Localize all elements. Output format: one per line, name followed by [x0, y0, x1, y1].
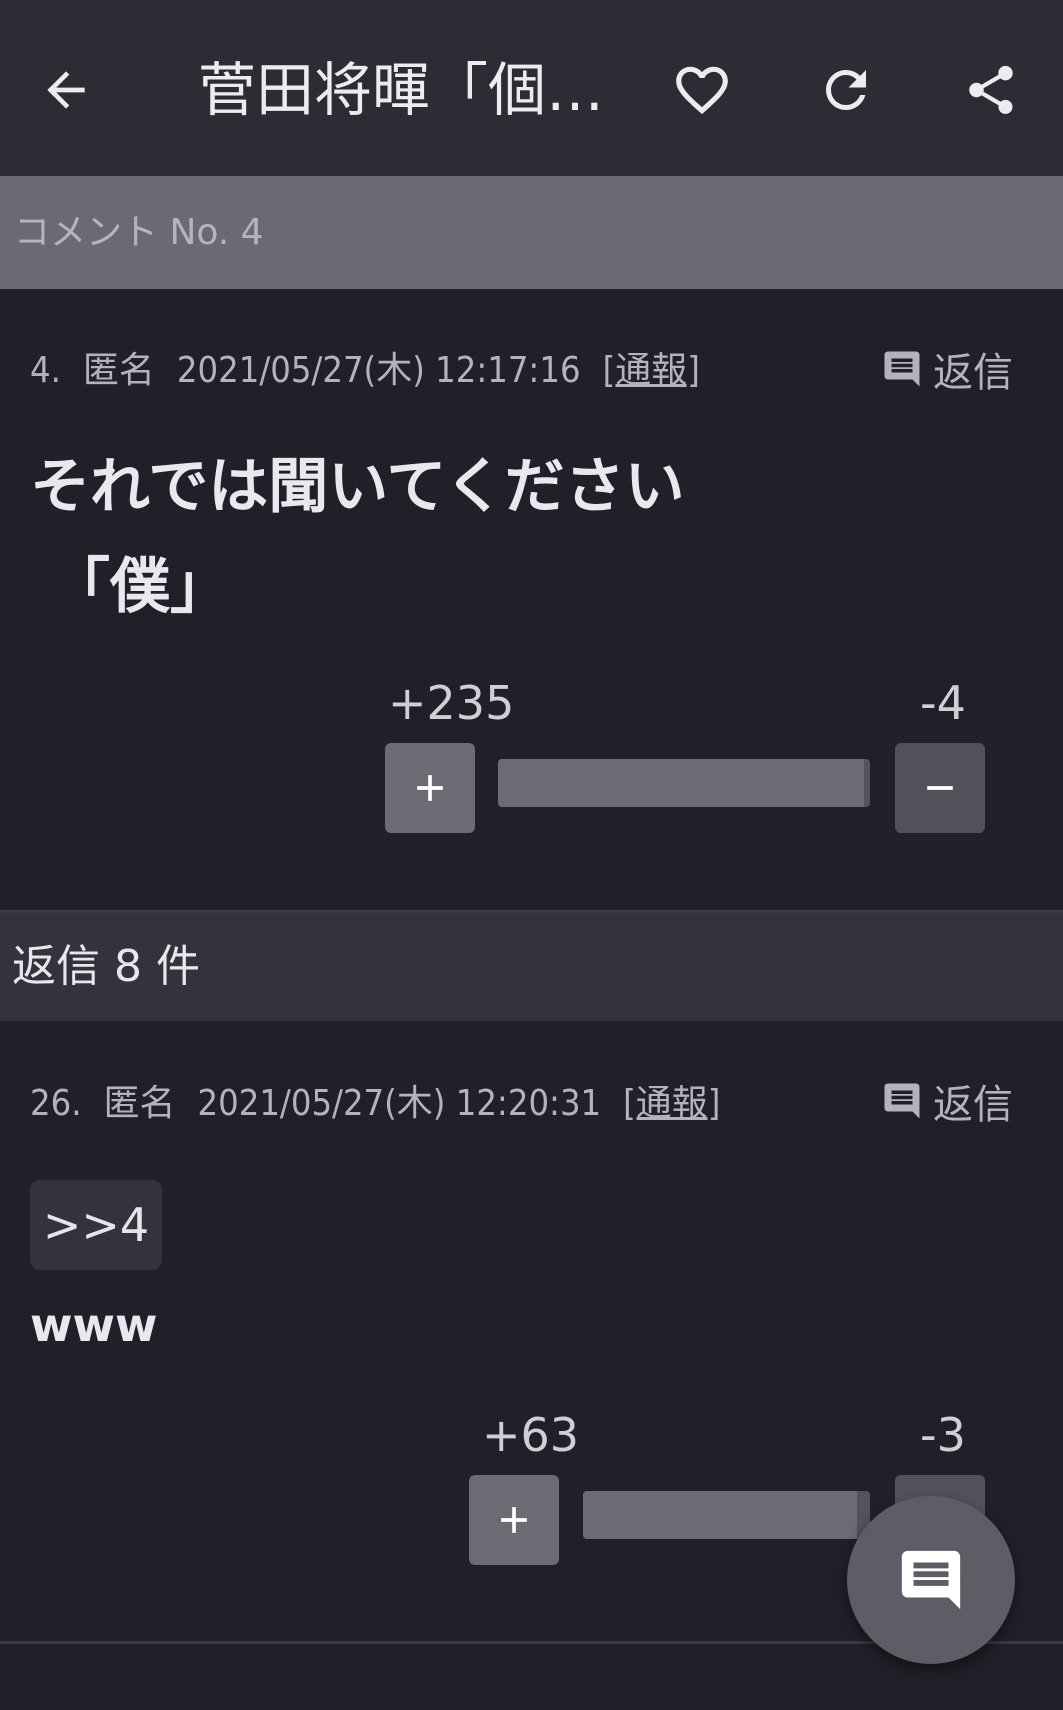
comment-icon	[901, 1550, 961, 1610]
plus-vote-count: +63	[482, 1408, 580, 1462]
replies-count: 返信 8 件	[12, 941, 200, 992]
plus-vote-button[interactable]	[385, 743, 475, 833]
comment-number: 26.	[30, 1083, 82, 1124]
comment-meta: 4. 匿名 2021/05/27(木) 12:17:16 [通報]	[30, 341, 700, 393]
share-icon	[969, 65, 1013, 114]
plus-vote-button[interactable]	[469, 1475, 559, 1565]
anchor-link[interactable]: >>4	[30, 1180, 162, 1270]
vote-ratio-bar	[583, 1491, 870, 1539]
plus-icon	[501, 1507, 527, 1533]
reply-label: 返信	[933, 350, 1013, 396]
reply-label: 返信	[933, 1082, 1013, 1128]
comment-author: 匿名	[103, 1083, 176, 1124]
page-title: 菅田将暉「個…	[198, 56, 605, 124]
new-comment-fab[interactable]	[847, 1496, 1015, 1664]
plus-icon	[417, 775, 443, 801]
section-header: コメント No. 4	[0, 176, 1063, 289]
reply-button[interactable]: 返信	[881, 340, 1013, 398]
section-label: コメント No. 4	[14, 212, 264, 253]
report-link[interactable]: [通報]	[603, 350, 700, 391]
report-link[interactable]: [通報]	[623, 1083, 720, 1124]
comment-icon	[884, 1083, 920, 1119]
comment-author: 匿名	[82, 350, 155, 391]
refresh-icon	[826, 70, 866, 110]
back-arrow-icon	[47, 71, 85, 109]
comment-body-line2: 「僕」	[50, 552, 230, 622]
back-button[interactable]	[28, 52, 104, 128]
minus-vote-count: -4	[920, 676, 966, 730]
minus-icon	[927, 786, 953, 790]
reply-button[interactable]: 返信	[881, 1072, 1013, 1130]
replies-header: 返信 8 件	[0, 913, 1063, 1021]
comment-datetime: 2021/05/27(木) 12:17:16	[176, 350, 581, 391]
comment-number: 4.	[30, 350, 61, 391]
comment-icon	[884, 351, 920, 387]
plus-vote-count: +235	[388, 676, 515, 730]
minus-vote-button[interactable]	[895, 743, 985, 833]
heart-outline-icon	[676, 66, 728, 115]
share-button[interactable]	[953, 52, 1029, 128]
refresh-button[interactable]	[808, 52, 884, 128]
comment-body-line1: それでは聞いてください	[30, 452, 685, 522]
vote-ratio-fill	[498, 759, 864, 807]
favorite-button[interactable]	[664, 52, 740, 128]
minus-vote-count: -3	[920, 1408, 966, 1462]
vote-ratio-fill	[583, 1491, 858, 1539]
comment-datetime: 2021/05/27(木) 12:20:31	[197, 1083, 602, 1124]
comment-body: www	[30, 1298, 158, 1352]
app-bar: 菅田将暉「個…	[0, 0, 1063, 176]
vote-ratio-bar	[498, 759, 870, 807]
comment-meta: 26. 匿名 2021/05/27(木) 12:20:31 [通報]	[30, 1074, 720, 1126]
